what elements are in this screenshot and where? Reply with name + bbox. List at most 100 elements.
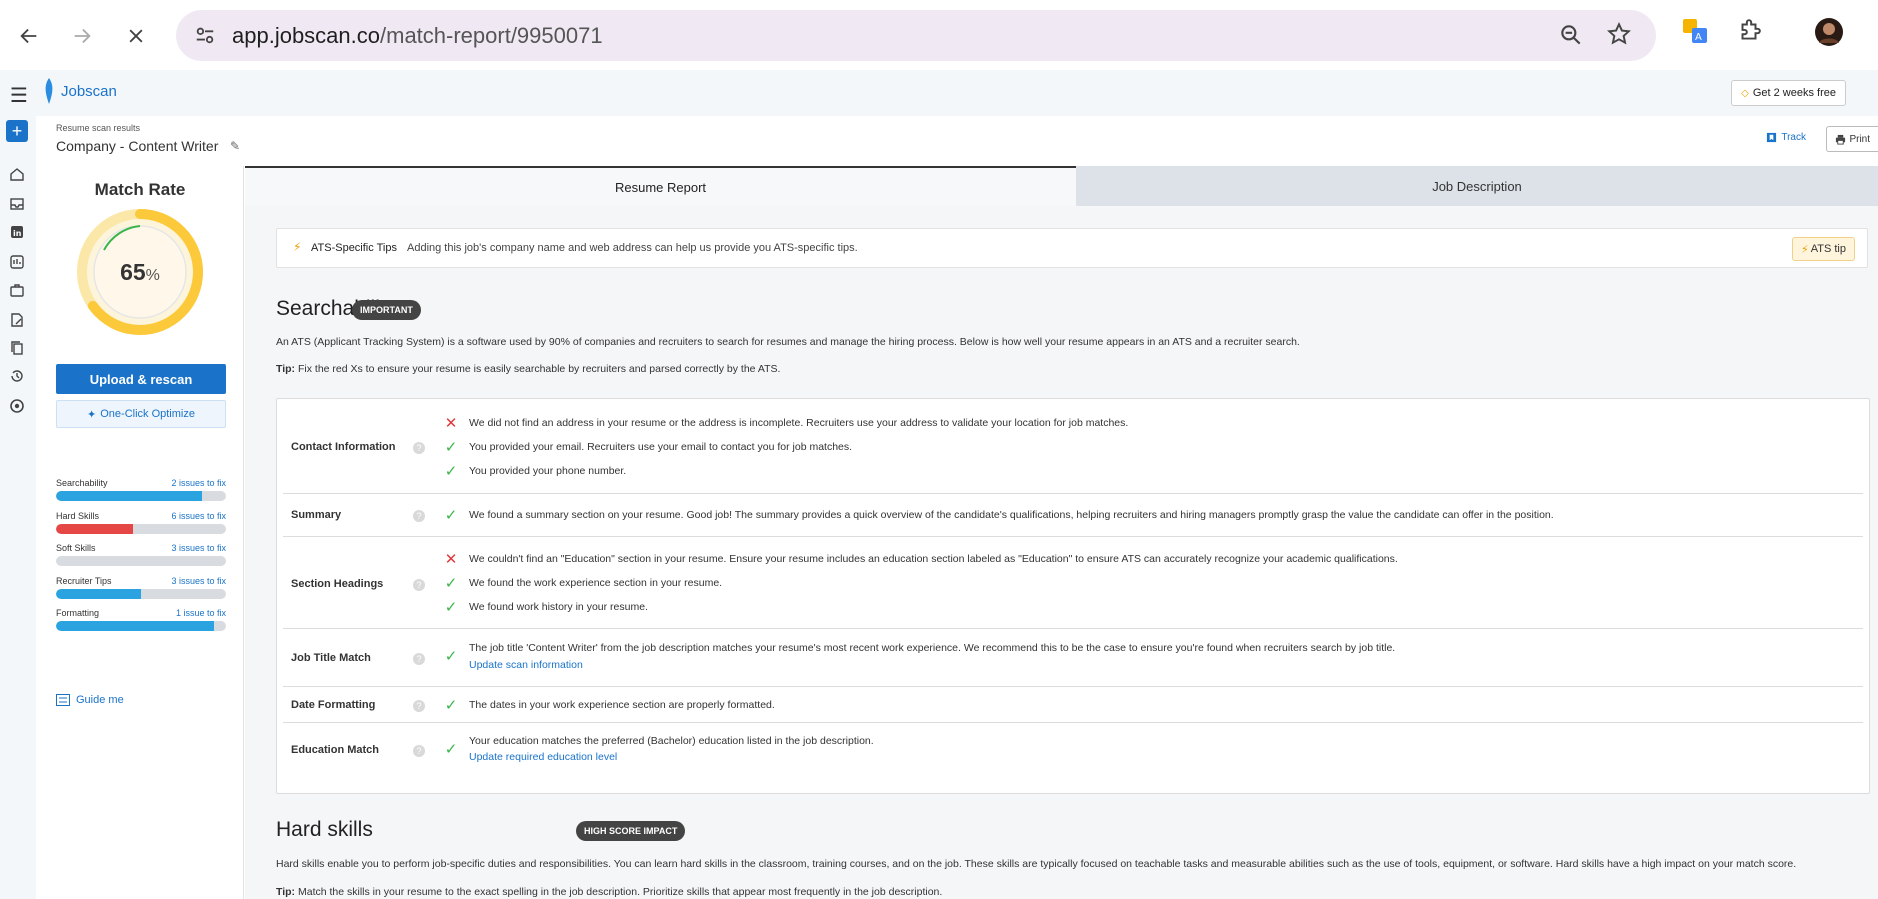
address-bar[interactable]: app.jobscan.co/match-report/9950071 bbox=[176, 10, 1656, 61]
url-path: /match-report/9950071 bbox=[380, 23, 603, 48]
tab-job-description[interactable]: Job Description bbox=[1076, 166, 1878, 206]
pencil-icon[interactable]: ✎ bbox=[230, 139, 240, 153]
new-scan-plus-icon[interactable]: + bbox=[6, 120, 28, 142]
checkmark-icon: ✓ bbox=[444, 507, 458, 524]
back-icon[interactable] bbox=[11, 18, 47, 54]
searchability-table: Contact Information ? ✕ We did not find a… bbox=[276, 398, 1870, 794]
tip-label: Tip: bbox=[276, 886, 296, 898]
tab-resume-report[interactable]: Resume Report bbox=[245, 166, 1076, 206]
progress-name: Soft Skills bbox=[56, 543, 96, 553]
lightning-icon: ⚡ bbox=[293, 240, 302, 254]
check-item: ✓ We found work history in your resume. bbox=[443, 598, 648, 616]
inbox-icon[interactable] bbox=[9, 196, 25, 212]
update-scan-info-link[interactable]: Update scan information bbox=[469, 659, 583, 671]
extensions-puzzle-icon[interactable] bbox=[1736, 18, 1762, 49]
match-rate-number: 65 bbox=[120, 259, 146, 285]
app-header: ☰ Jobscan ◇ Get 2 weeks free bbox=[0, 70, 1878, 116]
linkedin-icon[interactable]: in bbox=[9, 224, 25, 240]
briefcase-icon[interactable] bbox=[9, 282, 25, 298]
issues-link[interactable]: 6 issues to fix bbox=[171, 511, 226, 521]
copy-document-icon[interactable] bbox=[9, 340, 25, 356]
progress-fill bbox=[56, 621, 215, 631]
check-item: ✓ The dates in your work experience secti… bbox=[443, 696, 775, 714]
printer-icon bbox=[1836, 134, 1846, 145]
progress-name: Formatting bbox=[56, 608, 100, 618]
check-item: ✓ We found a summary section on your resu… bbox=[443, 506, 1554, 524]
item-text: Your education matches the preferred (Ba… bbox=[469, 735, 874, 747]
stop-loading-icon[interactable] bbox=[118, 18, 154, 54]
help-icon[interactable]: ? bbox=[413, 442, 425, 454]
searchability-description: An ATS (Applicant Tracking System) is a … bbox=[276, 336, 1300, 348]
logo-text: Jobscan bbox=[61, 82, 117, 100]
url-host: app.jobscan.co bbox=[232, 23, 380, 48]
row-label: Education Match bbox=[291, 744, 380, 756]
translate-extension-icon[interactable]: A bbox=[1682, 18, 1708, 49]
zoom-icon[interactable] bbox=[1558, 22, 1584, 53]
progress-bar bbox=[56, 589, 226, 599]
url-text[interactable]: app.jobscan.co/match-report/9950071 bbox=[232, 23, 603, 49]
svg-text:A: A bbox=[1695, 32, 1702, 43]
one-click-optimize-button[interactable]: ✦ One-Click Optimize bbox=[56, 400, 226, 428]
row-education-match: Education Match ? ✓ Your education matche… bbox=[283, 723, 1863, 793]
issues-link[interactable]: 2 issues to fix bbox=[171, 478, 226, 488]
help-icon[interactable]: ? bbox=[413, 653, 425, 665]
tab-jd-label: Job Description bbox=[1432, 178, 1522, 194]
update-education-link[interactable]: Update required education level bbox=[469, 751, 617, 763]
row-label: Contact Information bbox=[291, 441, 396, 453]
forward-icon[interactable] bbox=[64, 18, 100, 54]
match-rate-percent: % bbox=[145, 267, 160, 284]
browser-toolbar: app.jobscan.co/match-report/9950071 A bbox=[0, 0, 1878, 70]
page-title: Company - Content Writer bbox=[56, 138, 219, 154]
help-icon[interactable]: ? bbox=[413, 510, 425, 522]
chrome-extension-icon[interactable] bbox=[9, 398, 25, 414]
match-side-panel: Match Rate 65% Upload & rescan ✦ One-Cli… bbox=[36, 166, 244, 899]
check-item: ✕ We did not find an address in your resu… bbox=[443, 414, 1129, 432]
history-icon[interactable] bbox=[9, 368, 25, 384]
ats-tip-label: ATS-Specific Tips bbox=[311, 242, 397, 254]
progress-bar bbox=[56, 491, 226, 501]
track-button[interactable]: Track bbox=[1766, 132, 1806, 143]
check-item: ✓ We found the work experience section in… bbox=[443, 574, 722, 592]
report-main: Resume Report Job Description ⚡ ATS-Spec… bbox=[245, 166, 1878, 899]
home-icon[interactable] bbox=[9, 166, 25, 182]
optimize-label: One-Click Optimize bbox=[100, 408, 195, 420]
bookmark-star-icon[interactable] bbox=[1606, 21, 1632, 52]
progress-fill bbox=[56, 491, 203, 501]
upload-rescan-button[interactable]: Upload & rescan bbox=[56, 364, 226, 394]
ats-tip-button-label: ATS tip bbox=[1810, 243, 1846, 255]
item-text: You provided your phone number. bbox=[469, 465, 627, 477]
progress-fill bbox=[56, 589, 141, 599]
item-text: We found work history in your resume. bbox=[469, 601, 648, 613]
ats-tip-box: ⚡ ATS-Specific Tips Adding this job's co… bbox=[276, 228, 1868, 268]
lightning-icon: ⚡ bbox=[1801, 243, 1809, 256]
get-free-weeks-button[interactable]: ◇ Get 2 weeks free bbox=[1731, 80, 1846, 106]
x-icon: ✕ bbox=[444, 551, 458, 568]
row-contact-information: Contact Information ? ✕ We did not find a… bbox=[283, 399, 1863, 494]
progress-name: Searchability bbox=[56, 478, 108, 488]
issues-link[interactable]: 1 issue to fix bbox=[176, 608, 226, 618]
ats-tip-button[interactable]: ⚡ ATS tip bbox=[1792, 237, 1855, 261]
issues-link[interactable]: 3 issues to fix bbox=[171, 576, 226, 586]
help-icon[interactable]: ? bbox=[413, 579, 425, 591]
check-item: ✓ Your education matches the preferred (B… bbox=[443, 732, 874, 758]
searchability-tip: Fix the red Xs to ensure your resume is … bbox=[297, 363, 781, 375]
print-button[interactable]: Print bbox=[1826, 126, 1878, 152]
sparkle-icon: ✦ bbox=[87, 408, 97, 421]
menu-icon[interactable]: ☰ bbox=[10, 83, 28, 108]
jobscan-logo[interactable]: Jobscan bbox=[42, 76, 117, 106]
check-item: ✕ We couldn't find an "Education" section… bbox=[443, 550, 1398, 568]
guide-me-link[interactable]: Guide me bbox=[56, 694, 124, 706]
profile-avatar[interactable] bbox=[1814, 17, 1844, 52]
checkmark-icon: ✓ bbox=[444, 463, 458, 480]
site-settings-icon[interactable] bbox=[194, 23, 216, 52]
match-rate-value: 65% bbox=[74, 259, 206, 286]
chart-board-icon[interactable] bbox=[9, 254, 25, 270]
help-icon[interactable]: ? bbox=[413, 745, 425, 757]
edit-document-icon[interactable] bbox=[9, 312, 25, 328]
issues-link[interactable]: 3 issues to fix bbox=[171, 543, 226, 553]
ats-tip-text: Adding this job's company name and web a… bbox=[407, 242, 858, 254]
item-text: The job title 'Content Writer' from the … bbox=[469, 642, 1396, 654]
hard-skills-heading: Hard skills bbox=[276, 818, 373, 841]
progress-bar bbox=[56, 524, 226, 534]
help-icon[interactable]: ? bbox=[413, 700, 425, 712]
